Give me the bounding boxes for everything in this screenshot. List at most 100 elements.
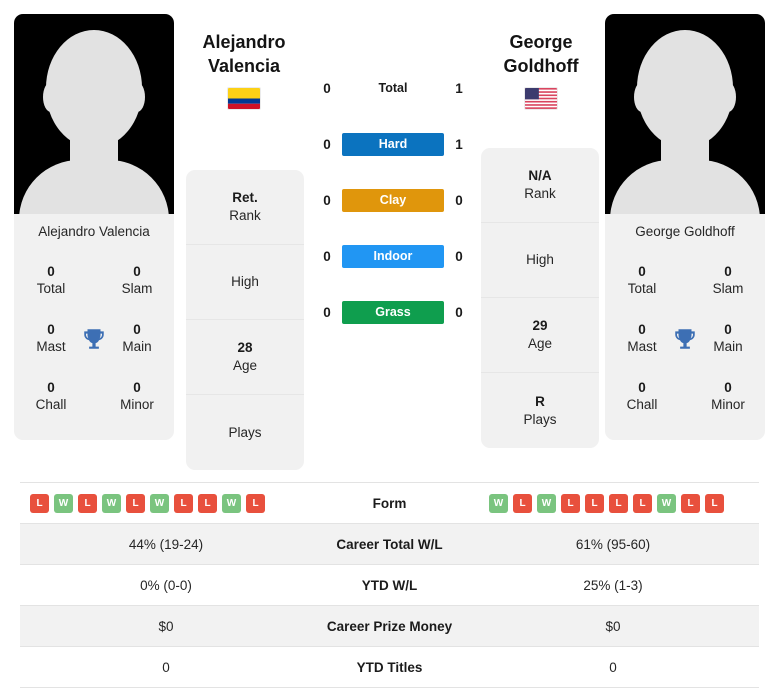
row-left-value: 0 (162, 659, 170, 675)
h2h-row-clay: 0 Clay 0 (318, 172, 468, 228)
colombia-flag-icon (227, 87, 261, 110)
form-badge-loss: L (198, 493, 217, 513)
info-value: 29 (532, 318, 548, 334)
titles-row: 0 Total 0 Slam (615, 252, 755, 310)
form-badge-loss: L (705, 493, 724, 513)
info-label: Rank (229, 208, 261, 223)
stat-label: Main (122, 339, 152, 354)
form-badge-win: W (54, 493, 73, 513)
h2h-surface-badge-hard[interactable]: Hard (342, 132, 444, 156)
stat-slam: 0 Slam (701, 264, 755, 298)
stat-label: Minor (711, 397, 745, 412)
row-right-value: $0 (605, 618, 621, 634)
form-strip-right: WLWLLLLWLL (467, 493, 759, 513)
stat-slam: 0 Slam (110, 264, 164, 298)
form-badge-loss: L (513, 493, 532, 513)
info-label: Age (232, 358, 258, 373)
form-badge-loss: L (30, 493, 49, 513)
player-info-left: Ret. Rank High 28 Age Plays (186, 170, 304, 470)
row-right-value: 25% (1-3) (583, 577, 643, 593)
row-right-value: 61% (95-60) (575, 536, 651, 552)
trophy-icon (675, 329, 695, 349)
player-card-name-left: Alejandro Valencia (38, 224, 150, 239)
titles-row: 0 Chall 0 Minor (24, 368, 164, 426)
info-label: High (231, 274, 259, 290)
player-photo-left (14, 14, 174, 214)
stat-chall: 0 Chall (615, 380, 669, 414)
stat-label: Mast (36, 339, 66, 354)
form-badge-win: W (222, 493, 241, 513)
form-badge-win: W (489, 493, 508, 513)
player-titles-left: 0 Total 0 Slam 0 Mast 0 Main 0 Chall 0 M… (14, 250, 174, 440)
player-header-right: George Goldhoff (461, 30, 621, 110)
h2h-row-hard: 0 Hard 1 (318, 116, 468, 172)
form-badge-win: W (102, 493, 121, 513)
avatar-silhouette-ear-left (634, 82, 650, 112)
info-age: 29 Age (481, 298, 599, 373)
player-card-left[interactable]: Alejandro Valencia 0 Total 0 Slam 0 Mast (14, 14, 174, 440)
info-rank: N/A Rank (481, 148, 599, 223)
table-row-ytd-wl: 0% (0-0) YTD W/L 25% (1-3) (20, 565, 759, 606)
player-card-right[interactable]: George Goldhoff 0 Total 0 Slam 0 Mast 0 … (605, 14, 765, 440)
h2h-surface-badge-indoor[interactable]: Indoor (342, 244, 444, 268)
info-plays: Plays (186, 395, 304, 470)
titles-row: 0 Mast 0 Main (615, 310, 755, 368)
info-rank: Ret. Rank (186, 170, 304, 245)
titles-row: 0 Mast 0 Main (24, 310, 164, 368)
avatar-silhouette-ear-right (720, 82, 736, 112)
h2h-right-score: 0 (455, 248, 463, 264)
avatar-silhouette-shoulders (19, 160, 169, 214)
info-high: High (186, 245, 304, 320)
h2h-right-score: 0 (455, 304, 463, 320)
h2h-right-score: 1 (455, 136, 463, 152)
player-first-name-left[interactable]: Alejandro (164, 30, 324, 54)
stat-label: Chall (35, 397, 67, 412)
h2h-row-grass: 0 Grass 0 (318, 284, 468, 340)
info-label: Rank (524, 186, 556, 201)
stat-label: Total (36, 281, 66, 296)
stat-value: 0 (133, 264, 141, 280)
player-info-right: N/A Rank High 29 Age R Plays (481, 148, 599, 448)
stat-minor: 0 Minor (701, 380, 755, 414)
titles-row: 0 Chall 0 Minor (615, 368, 755, 426)
stat-label: Main (713, 339, 743, 354)
table-row-career-prize-money: $0 Career Prize Money $0 (20, 606, 759, 647)
info-age: 28 Age (186, 320, 304, 395)
table-row-career-total-wl: 44% (19-24) Career Total W/L 61% (95-60) (20, 524, 759, 565)
h2h-left-score: 0 (323, 136, 331, 152)
stat-value: 0 (724, 322, 732, 338)
row-label: YTD W/L (361, 577, 418, 593)
form-strip-left: LWLWLWLLWL (20, 493, 312, 513)
h2h-surface-badge-clay[interactable]: Clay (342, 188, 444, 212)
player-last-name-left[interactable]: Valencia (164, 54, 324, 78)
player-header-left: Alejandro Valencia (164, 30, 324, 110)
stat-label: Total (627, 281, 657, 296)
form-badge-loss: L (561, 493, 580, 513)
info-label: High (526, 252, 554, 268)
stat-value: 0 (47, 264, 55, 280)
titles-row: 0 Total 0 Slam (24, 252, 164, 310)
stat-minor: 0 Minor (110, 380, 164, 414)
info-value: Ret. (232, 190, 258, 206)
row-label: Career Total W/L (336, 536, 443, 552)
table-row-form: LWLWLWLLWL Form WLWLLLLWLL (20, 483, 759, 524)
row-label: YTD Titles (356, 659, 423, 675)
player-last-name-right[interactable]: Goldhoff (461, 54, 621, 78)
info-label: Plays (228, 424, 262, 440)
avatar-silhouette-shoulders (610, 160, 760, 214)
h2h-surface-badge-grass[interactable]: Grass (342, 300, 444, 324)
info-high: High (481, 223, 599, 298)
stat-label: Chall (626, 397, 658, 412)
stat-value: 0 (724, 380, 732, 396)
form-badge-win: W (537, 493, 556, 513)
player-first-name-right[interactable]: George (461, 30, 621, 54)
stat-label: Minor (120, 397, 154, 412)
info-value: N/A (528, 168, 552, 184)
stat-value: 0 (638, 322, 646, 338)
h2h-left-score: 0 (323, 80, 331, 96)
table-row-ytd-titles: 0 YTD Titles 0 (20, 647, 759, 688)
avatar-silhouette-ear-right (129, 82, 145, 112)
form-badge-win: W (657, 493, 676, 513)
form-badge-loss: L (609, 493, 628, 513)
player-card-name-right: George Goldhoff (635, 224, 735, 239)
